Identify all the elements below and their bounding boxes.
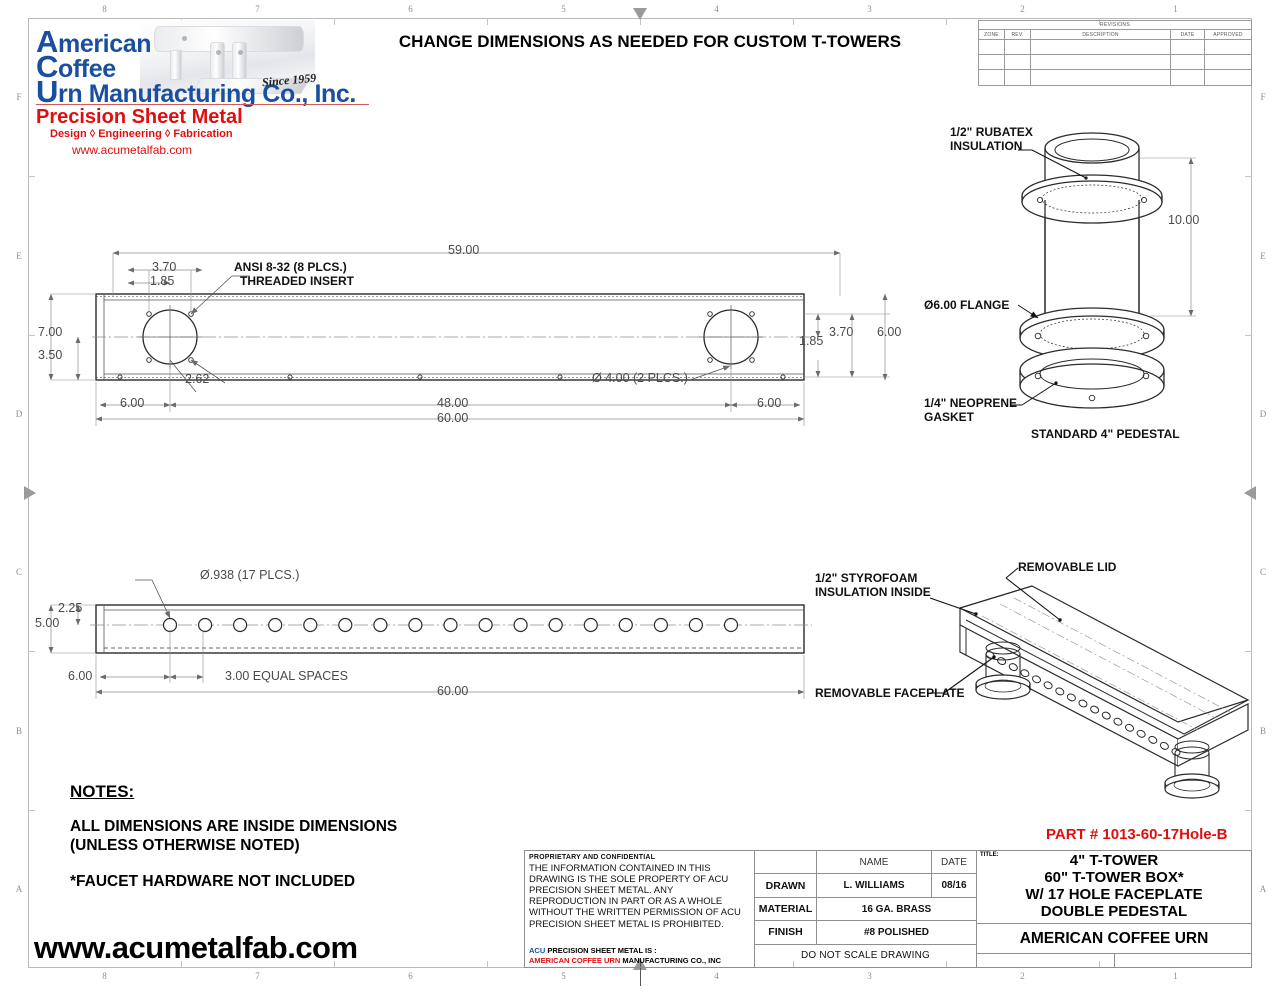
dim-350-label: 3.50 [38,348,63,362]
proprietary-notice: PROPRIETARY AND CONFIDENTIAL THE INFORMA… [525,851,755,967]
faceplate-hole [338,617,353,633]
threaded-insert-note-line1: ANSI 8-32 (8 PLCS.) [234,260,347,274]
hole-dia-938-note: Ø.938 (17 PLCS.) [200,568,300,582]
dim-6000-front-label: 60.00 [437,684,469,698]
pedestal-detail-geometry [1010,132,1196,409]
proprietary-footer: ACU PRECISION SHEET METAL IS : AMERICAN … [529,946,721,965]
faceplate-hole [618,617,633,633]
removable-lid-note: REMOVABLE LID [1018,560,1117,574]
dim-4800-label: 48.00 [437,396,469,410]
proprietary-body: THE INFORMATION CONTAINED IN THIS DRAWIN… [529,863,741,930]
faceplate-hole [688,617,704,633]
styrofoam-note-line1: 1/2" STYROFOAM [815,571,918,585]
threaded-insert-note-line2: THREADED INSERT [240,274,355,288]
dim-225-label: 2.25 [58,601,83,615]
title-block-bottom-row [977,954,1251,967]
company-name-cell: AMERICAN COFFEE URN [977,924,1251,954]
column-header-date: DATE [941,856,967,868]
gasket-note-line1: 1/4" NEOPRENE [924,396,1018,410]
do-not-scale-note: DO NOT SCALE DRAWING [800,950,930,962]
drawing-sheet: 8877665544332211FFEEDDCCBBAA American Co… [0,0,1280,989]
acu-suffix: PRECISION SHEET METAL IS : [545,946,657,956]
faceplate-hole [548,617,563,633]
dim-1000-label: 10.00 [1168,213,1200,227]
value-material: 16 GA. BRASS [861,903,932,915]
column-header-name: NAME [817,851,932,874]
part-number: PART # 1013-60-17Hole-B [1046,826,1228,843]
dim-6000-top-label: 60.00 [437,411,469,425]
title-label: TITLE: [980,852,999,858]
dim-59-label: 59.00 [448,243,480,257]
styrofoam-note-line2: INSULATION INSIDE [815,585,931,599]
faceplate-hole [162,617,178,633]
company-red: AMERICAN COFFEE URN [529,955,621,965]
dim-600-right-label: 6.00 [757,396,782,410]
notes-extra: *FAUCET HARDWARE NOT INCLUDED [70,873,356,890]
isometric-view-geometry [929,567,1250,799]
value-drawn-name: L. WILLIAMS [817,874,932,897]
gasket-note-line2: GASKET [924,410,975,424]
title-block: PROPRIETARY AND CONFIDENTIAL THE INFORMA… [524,850,1252,968]
dim-600-right2-label: 6.00 [877,325,902,339]
drawing-title-text: 4" T-TOWER 60" T-TOWER BOX* W/ 17 HOLE F… [1025,852,1203,920]
dim-500-label: 5.00 [35,616,60,630]
bottom-cell-1 [977,954,1115,967]
faceplate-hole [653,617,669,633]
faceplate-hole [723,617,739,633]
value-finish: #8 POLISHED [863,926,930,938]
label-material: MATERIAL [755,897,817,921]
table-row: DRAWN L. WILLIAMS 08/16 [755,874,976,898]
rubatex-note-line2: INSULATION [950,139,1023,153]
title-block-title-area: TITLE: 4" T-TOWER 60" T-TOWER BOX* W/ 17… [977,851,1251,967]
faceplate-hole [373,617,388,633]
rubatex-note-line1: 1/2" RUBATEX [950,125,1033,139]
faceplate-hole [408,617,423,633]
table-row: MATERIAL 16 GA. BRASS [755,897,976,922]
dim-600-left-label: 6.00 [120,396,145,410]
dim-600-front-label: 6.00 [68,669,93,683]
dim-185-left-label: 1.85 [150,274,175,288]
value-drawn-date: 08/16 [941,880,967,892]
company-suffix: MANUFACTURING CO., INC [620,955,722,965]
faceplate-hole [268,617,283,633]
dim-370-right-label: 3.70 [829,325,854,339]
dim-700-label: 7.00 [38,325,63,339]
faceplate-hole [478,617,493,633]
label-drawn: DRAWN [755,874,817,897]
acu-abbrev: ACU [529,946,546,956]
notes-heading: NOTES: [70,782,135,801]
standard-pedestal-note: STANDARD 4" PEDESTAL [1031,427,1180,441]
table-row: DO NOT SCALE DRAWING [755,945,976,967]
faceplate-hole [303,617,318,633]
table-row: NAME DATE [755,851,976,875]
hole-dia-400-note: Ø 4.00 (2 PLCS.) [592,371,688,385]
front-view-geometry [48,579,812,699]
table-row: FINISH #8 POLISHED [755,921,976,945]
faceplate-hole [443,617,458,633]
dim-262-label: 2.62 [185,372,210,386]
proprietary-heading: PROPRIETARY AND CONFIDENTIAL [529,854,656,861]
field-spacer [755,851,817,874]
drawing-title-cell: TITLE: 4" T-TOWER 60" T-TOWER BOX* W/ 17… [977,851,1251,924]
removable-faceplate-note: REMOVABLE FACEPLATE [815,686,965,700]
notes-body: ALL DIMENSIONS ARE INSIDE DIMENSIONS (UN… [70,818,398,854]
faceplate-hole [513,617,528,633]
dim-185-right-label: 1.85 [799,334,824,348]
faceplate-hole [233,617,248,633]
flange-note: Ø6.00 FLANGE [924,298,1010,312]
label-finish: FINISH [755,921,817,944]
equal-spaces-label: 3.00 EQUAL SPACES [225,669,348,683]
bottom-cell-2 [1115,954,1252,967]
footer-website: www.acumetalfab.com [34,930,358,965]
faceplate-hole [198,617,213,633]
faceplate-hole [583,617,598,633]
title-block-fields: NAME DATE DRAWN L. WILLIAMS 08/16 MATERI… [755,851,977,967]
dim-370-left-label: 3.70 [152,260,177,274]
